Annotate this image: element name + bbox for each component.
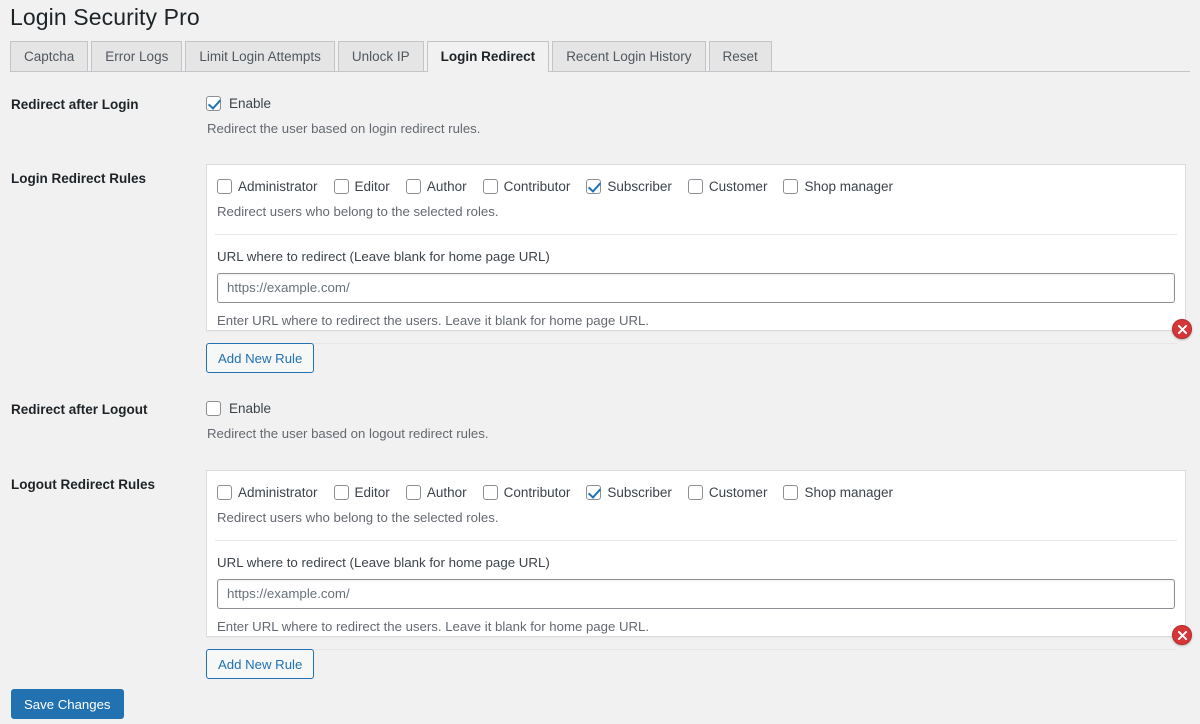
role-checkbox-author[interactable] [405, 485, 421, 500]
login-url-help: Enter URL where to redirect the users. L… [217, 312, 649, 328]
logout-redirect-url-input[interactable] [217, 578, 1175, 609]
role-item[interactable]: Author [405, 484, 467, 500]
login-rule-delete-button[interactable] [1172, 319, 1192, 339]
tab-error-logs[interactable]: Error Logs [91, 41, 183, 72]
role-checkbox-editor[interactable] [333, 485, 349, 500]
login-enable-help: Redirect the user based on login redirec… [207, 121, 481, 136]
save-changes-button[interactable]: Save Changes [11, 689, 124, 719]
logout-roles-help: Redirect users who belong to the selecte… [217, 510, 499, 525]
login-redirect-rule-panel: Administrator Editor Author Contributor Subs… [206, 164, 1186, 344]
login-enable-label: Enable [229, 95, 272, 111]
role-checkbox-contributor[interactable] [482, 485, 498, 500]
admin-page: Login Security Pro Captcha Error Logs Limi… [0, 0, 1200, 724]
role-item[interactable]: Administrator [217, 179, 318, 194]
role-item[interactable]: Customer [687, 178, 768, 194]
remove-circle-icon [1177, 324, 1187, 334]
logout-add-new-rule-button[interactable]: Add New Rule [206, 649, 315, 679]
role-label: Administrator [238, 484, 318, 500]
role-checkbox-administrator[interactable] [217, 179, 232, 194]
role-item[interactable]: Shop manager [783, 485, 893, 500]
role-label: Administrator [238, 178, 318, 194]
logout-enable-label: Enable [229, 400, 272, 416]
role-label: Editor [354, 178, 390, 194]
role-label: Customer [708, 178, 768, 194]
panel-divider-bottom [215, 342, 1177, 344]
label-logout-redirect-rules: Logout Redirect Rules [11, 477, 156, 492]
login-roles-row: Administrator Editor Author Contributor Subs… [207, 165, 1185, 194]
tab-unlock-ip[interactable]: Unlock IP [337, 41, 424, 72]
login-roles-help: Redirect users who belong to the selecte… [217, 204, 499, 219]
logout-enable-checkbox[interactable] [206, 401, 221, 416]
logout-rule-delete-button[interactable] [1172, 625, 1192, 645]
login-enable-checkbox[interactable] [206, 96, 221, 111]
login-redirect-url-input[interactable] [217, 272, 1175, 303]
tab-recent-login-history[interactable]: Recent Login History [552, 41, 706, 72]
role-label: Contributor [503, 484, 571, 500]
role-label: Contributor [503, 178, 571, 194]
role-label: Subscriber [607, 484, 672, 500]
login-url-caption: URL where to redirect (Leave blank for h… [217, 248, 550, 264]
role-checkbox-administrator[interactable] [217, 485, 232, 500]
login-add-new-rule-button[interactable]: Add New Rule [206, 343, 315, 373]
label-redirect-after-login: Redirect after Login [11, 97, 139, 112]
role-item[interactable]: Contributor [482, 178, 571, 194]
tab-strip: Captcha Error Logs Limit Login Attempts Unl… [10, 41, 1190, 73]
role-item[interactable]: Author [405, 178, 467, 194]
role-label: Shop manager [804, 178, 893, 194]
logout-url-help: Enter URL where to redirect the users. L… [217, 618, 649, 634]
logout-enable-group: Enable Redirect the user based on logout… [206, 401, 489, 444]
tab-strip-underline [10, 71, 1190, 72]
role-label: Subscriber [607, 178, 672, 194]
role-checkbox-author[interactable] [405, 179, 421, 194]
role-label: Editor [354, 484, 390, 500]
login-enable-group: Enable Redirect the user based on login … [206, 96, 480, 139]
role-item[interactable]: Subscriber [586, 179, 672, 194]
role-item[interactable]: Subscriber [586, 485, 672, 500]
role-label: Author [426, 484, 467, 500]
role-label: Customer [708, 484, 768, 500]
role-checkbox-customer[interactable] [687, 179, 703, 194]
role-checkbox-subscriber[interactable] [586, 485, 602, 500]
role-checkbox-editor[interactable] [333, 179, 349, 194]
role-checkbox-shop-manager[interactable] [783, 485, 799, 500]
remove-circle-icon [1177, 630, 1187, 640]
role-checkbox-contributor[interactable] [482, 179, 498, 194]
role-item[interactable]: Editor [333, 484, 390, 500]
logout-enable-row[interactable]: Enable [206, 401, 489, 416]
role-item[interactable]: Customer [687, 484, 768, 500]
tab-login-redirect[interactable]: Login Redirect [426, 41, 550, 73]
login-enable-row[interactable]: Enable [206, 96, 480, 111]
logout-roles-row: Administrator Editor Author Contributor Subs… [207, 471, 1185, 500]
tab-limit-login-attempts[interactable]: Limit Login Attempts [185, 41, 335, 72]
role-checkbox-shop-manager[interactable] [783, 179, 799, 194]
role-checkbox-customer[interactable] [687, 485, 703, 500]
role-label: Shop manager [804, 484, 893, 500]
label-redirect-after-logout: Redirect after Logout [11, 402, 148, 417]
role-item[interactable]: Shop manager [783, 179, 893, 194]
role-label: Author [426, 178, 467, 194]
logout-redirect-rule-panel: Administrator Editor Author Contributor Subs… [206, 470, 1186, 650]
role-item[interactable]: Administrator [217, 485, 318, 500]
role-checkbox-subscriber[interactable] [586, 179, 602, 194]
page-title: Login Security Pro [10, 4, 200, 30]
logout-enable-help: Redirect the user based on logout redire… [207, 426, 489, 441]
logout-url-caption: URL where to redirect (Leave blank for h… [217, 554, 550, 570]
tab-reset[interactable]: Reset [708, 41, 772, 72]
role-item[interactable]: Contributor [482, 484, 571, 500]
role-item[interactable]: Editor [333, 178, 390, 194]
panel-divider-bottom [215, 648, 1177, 650]
label-login-redirect-rules: Login Redirect Rules [11, 171, 147, 186]
tab-captcha[interactable]: Captcha [10, 41, 89, 72]
